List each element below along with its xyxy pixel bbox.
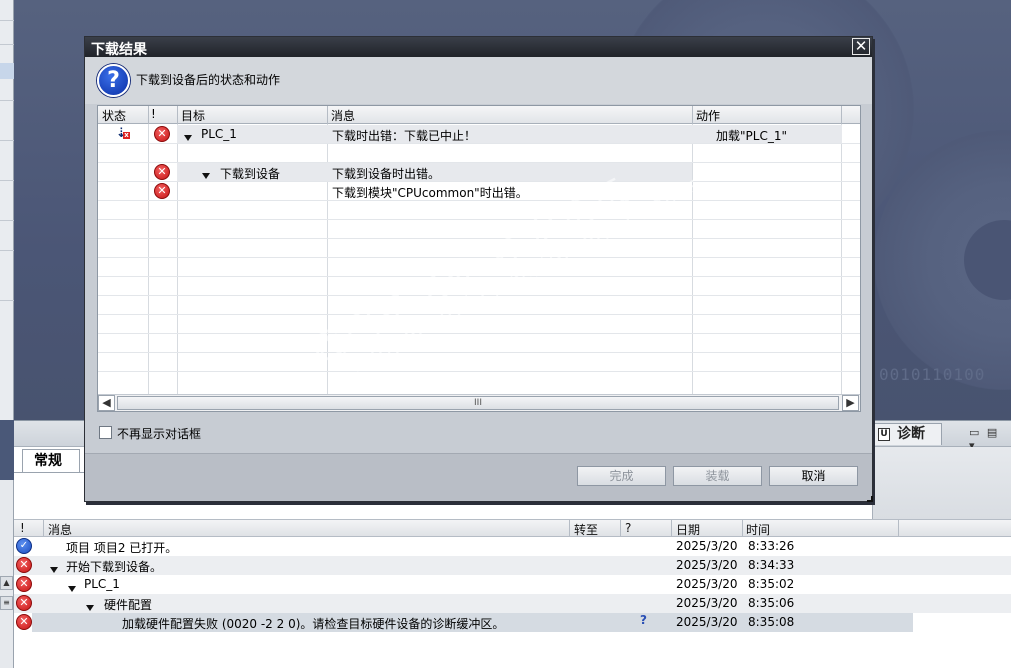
no-show-checkbox[interactable]	[99, 426, 112, 439]
horizontal-scrollbar[interactable]: ◀ III ▶	[98, 394, 860, 411]
col-date[interactable]: 日期	[676, 521, 700, 538]
dialog-titlebar[interactable]: 下载结果 ✕	[85, 37, 872, 58]
tree-selected-item[interactable]	[0, 63, 14, 79]
check-icon: ✓	[16, 538, 32, 554]
row-message: 下载到模块"CPUcommon"时出错。	[332, 186, 528, 200]
message-table-header: ! 消息 转至 ? 日期 时间	[14, 519, 1011, 537]
download-error-icon: ⇣ x	[116, 126, 130, 141]
finish-button[interactable]: 完成	[577, 466, 666, 486]
tab-diagnostics[interactable]: U 诊断	[872, 423, 942, 445]
grid-header: 状态 ! 目标 消息 动作	[98, 106, 860, 124]
col-message[interactable]: 消息	[331, 107, 355, 124]
window-controls[interactable]: ▭ ▤ ▾	[969, 426, 1011, 452]
scroll-right-button[interactable]: ▶	[842, 395, 859, 411]
binary-decoration: 0010110100 1001100101 0011001100 1100110…	[879, 365, 986, 421]
close-button[interactable]: ✕	[852, 38, 870, 55]
error-icon: ✕	[154, 183, 170, 199]
download-result-dialog: 下载结果 ✕ ? 下载到设备后的状态和动作 状态 ! 目标 消息 动作 ⇣ x …	[84, 36, 873, 502]
row-action[interactable]: 加载"PLC_1"	[716, 127, 787, 144]
row-target: 下载到设备	[220, 167, 281, 181]
error-icon: ✕	[154, 164, 170, 180]
scroll-left-button[interactable]: ◀	[98, 395, 115, 411]
row-time: 8:35:08	[748, 615, 795, 629]
dialog-subtitle: 下载到设备后的状态和动作	[136, 73, 281, 87]
col-help[interactable]: ?	[625, 521, 631, 535]
tree-divider	[0, 220, 14, 221]
row-date: 2025/3/20	[676, 558, 738, 572]
row-message: 加载硬件配置失败 (0020 -2 2 0)。请检查目标硬件设备的诊断缓冲区。	[122, 617, 505, 631]
row-time: 8:35:02	[748, 577, 795, 591]
error-icon: ✕	[154, 126, 170, 142]
row-message: 下载时出错：下载已中止！	[332, 129, 477, 143]
chevron-down-icon[interactable]	[86, 600, 94, 614]
list-icon[interactable]: ≡	[0, 596, 13, 610]
table-row[interactable]: ✕ 加载硬件配置失败 (0020 -2 2 0)。请检查目标硬件设备的诊断缓冲区…	[14, 613, 1011, 632]
load-button[interactable]: 装载	[673, 466, 762, 486]
row-target: PLC_1	[201, 127, 237, 141]
col-action[interactable]: 动作	[696, 107, 720, 124]
row-message: 硬件配置	[104, 598, 153, 612]
dialog-header: ? 下载到设备后的状态和动作	[85, 57, 872, 104]
col-flag[interactable]: !	[151, 107, 156, 121]
chevron-up-icon[interactable]: ▲	[0, 576, 13, 590]
tree-divider	[0, 20, 14, 21]
table-row[interactable]: ✕ PLC_1 2025/3/20 8:35:02	[14, 575, 1011, 594]
row-date: 2025/3/20	[676, 596, 738, 610]
row-message: 下载到设备时出错。	[332, 167, 441, 181]
row-date: 2025/3/20	[676, 539, 738, 553]
table-row[interactable]: ✓ 项目 项目2 已打开。 2025/3/20 8:33:26	[14, 537, 1011, 556]
dialog-title: 下载结果	[91, 42, 147, 58]
error-icon: ✕	[16, 595, 32, 611]
chevron-down-icon[interactable]	[184, 130, 192, 144]
dialog-footer: 完成 装载 取消	[85, 453, 872, 501]
tab-diagnostics-label: 诊断	[897, 426, 925, 442]
col-time[interactable]: 时间	[746, 521, 770, 538]
result-grid: 状态 ! 目标 消息 动作 ⇣ x ✕ PLC_1 下载时出错：下载已中止！ 加载…	[97, 105, 861, 412]
tree-divider	[0, 100, 14, 101]
tab-general[interactable]: 常规	[22, 449, 80, 473]
project-tree-strip	[0, 0, 14, 420]
tree-divider	[0, 44, 14, 45]
diagnostics-icon: U	[878, 428, 890, 441]
col-status[interactable]: 状态	[102, 107, 126, 124]
resize-grip[interactable]	[867, 496, 873, 502]
chevron-down-icon[interactable]	[50, 562, 58, 576]
table-row[interactable]: ✕ 硬件配置 2025/3/20 8:35:06	[14, 594, 1011, 613]
row-date: 2025/3/20	[676, 615, 738, 629]
table-row[interactable]: ✕ 开始下载到设备。 2025/3/20 8:34:33	[14, 556, 1011, 575]
row-message: 项目 项目2 已打开。	[66, 541, 178, 555]
col-goto[interactable]: 转至	[574, 521, 598, 538]
row-time: 8:34:33	[748, 558, 795, 572]
error-icon: ✕	[16, 557, 32, 573]
tree-divider	[0, 180, 14, 181]
message-table: ! 消息 转至 ? 日期 时间 ✓ 项目 项目2 已打开。 2025/3/20 …	[14, 519, 1011, 632]
chevron-down-icon[interactable]	[202, 168, 210, 182]
error-icon: ✕	[16, 614, 32, 630]
cancel-button[interactable]: 取消	[769, 466, 858, 486]
no-show-label: 不再显示对话框	[117, 427, 202, 441]
col-flag[interactable]: !	[20, 521, 25, 535]
tree-divider	[0, 140, 14, 141]
help-icon[interactable]: ?	[640, 613, 647, 627]
col-message[interactable]: 消息	[48, 521, 72, 538]
row-time: 8:35:06	[748, 596, 795, 610]
inspector-side-area	[872, 447, 1011, 519]
tree-divider	[0, 250, 14, 251]
row-date: 2025/3/20	[676, 577, 738, 591]
inspector-left-strip: ▲ ≡	[0, 480, 14, 668]
error-icon: ✕	[16, 576, 32, 592]
scroll-thumb[interactable]: III	[117, 396, 839, 410]
tree-divider	[0, 300, 14, 301]
chevron-down-icon[interactable]	[68, 581, 76, 595]
col-target[interactable]: 目标	[181, 107, 205, 124]
question-icon: ?	[97, 64, 130, 97]
row-message: 开始下载到设备。	[66, 560, 163, 574]
row-message: PLC_1	[84, 577, 120, 591]
row-time: 8:33:26	[748, 539, 795, 553]
